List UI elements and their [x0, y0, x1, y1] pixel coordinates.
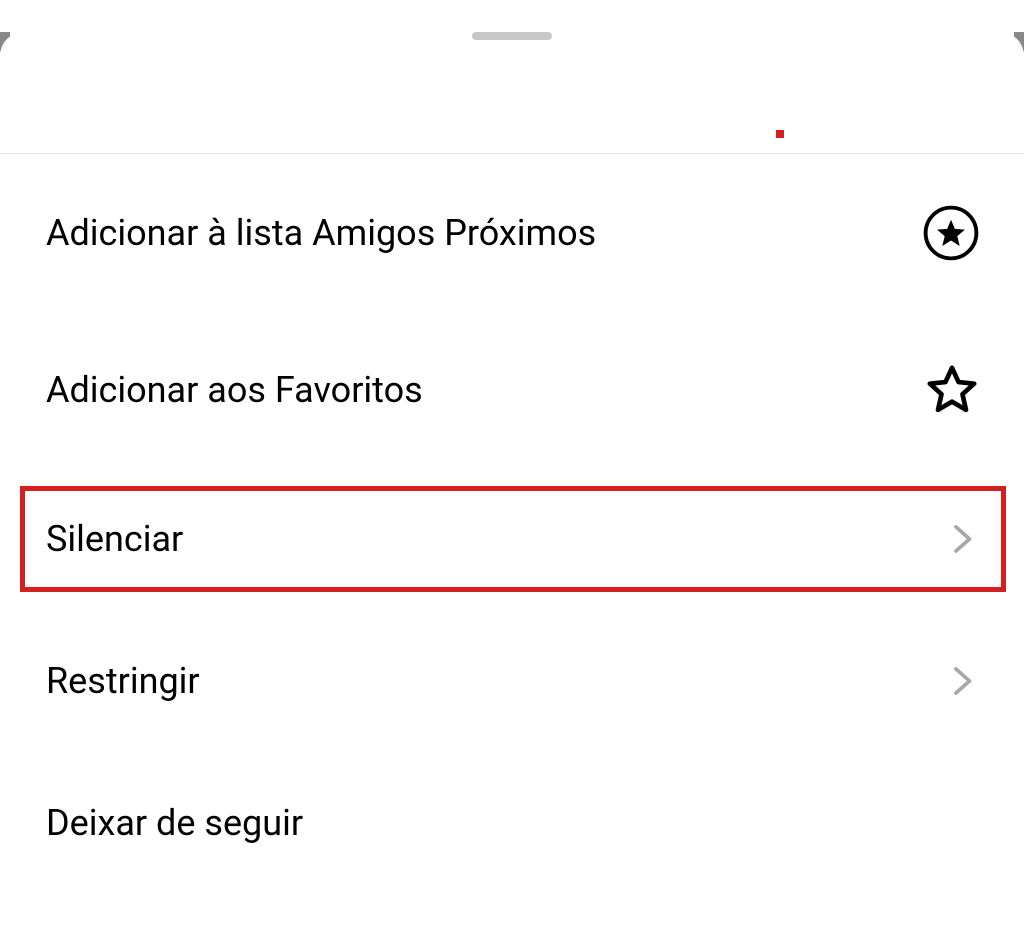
- menu-item-label: Restringir: [46, 660, 200, 702]
- menu-item-close-friends[interactable]: Adicionar à lista Amigos Próximos: [0, 154, 1024, 312]
- menu-item-label: Adicionar à lista Amigos Próximos: [46, 212, 596, 254]
- header-area: [0, 40, 1024, 154]
- menu-item-restrict[interactable]: Restringir: [0, 610, 1024, 752]
- notification-dot: [776, 130, 784, 138]
- menu-list: Adicionar à lista Amigos Próximos Adicio…: [0, 154, 1024, 894]
- star-in-circle-icon: [922, 204, 980, 262]
- chevron-right-icon: [944, 663, 980, 699]
- chevron-right-icon: [944, 521, 980, 557]
- menu-item-mute[interactable]: Silenciar: [0, 468, 1024, 610]
- menu-item-label: Silenciar: [46, 518, 183, 560]
- bottom-sheet: Adicionar à lista Amigos Próximos Adicio…: [0, 32, 1024, 936]
- menu-item-label: Deixar de seguir: [46, 802, 303, 844]
- menu-item-label: Adicionar aos Favoritos: [46, 369, 423, 411]
- menu-item-unfollow[interactable]: Deixar de seguir: [0, 752, 1024, 894]
- drag-handle[interactable]: [472, 32, 552, 40]
- menu-item-favorites[interactable]: Adicionar aos Favoritos: [0, 312, 1024, 468]
- star-outline-icon: [924, 362, 980, 418]
